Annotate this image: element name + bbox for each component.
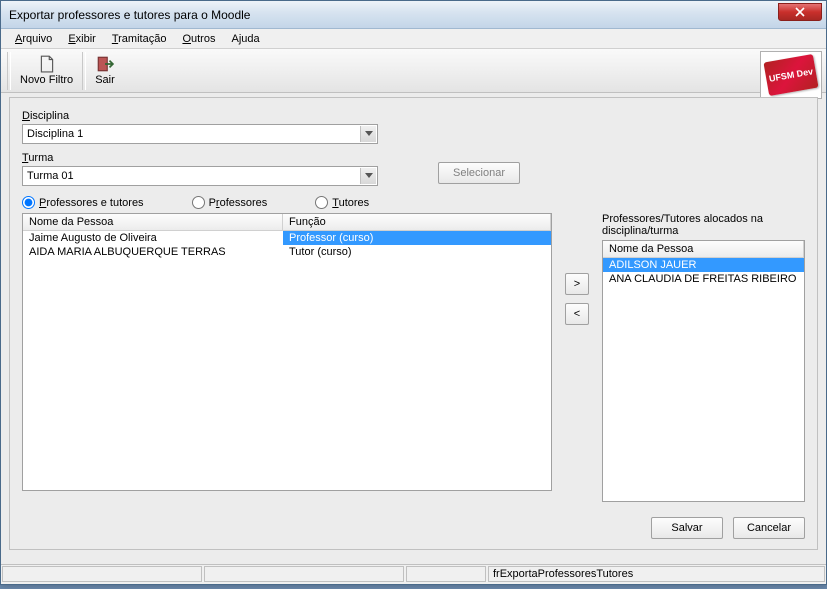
disciplina-combo[interactable]: Disciplina 1 — [22, 124, 378, 144]
radio-professores-label: Professores — [209, 197, 268, 209]
ufsm-dev-logo: UFSM Dev — [763, 54, 818, 96]
status-cell-3 — [406, 566, 486, 582]
selecionar-button[interactable]: Selecionar — [438, 162, 520, 184]
status-form-name: frExportaProfessoresTutores — [488, 566, 825, 582]
selecionar-label: Selecionar — [453, 167, 505, 179]
cell-nome: ANA CLAUDIA DE FREITAS RIBEIRO — [603, 272, 804, 286]
cell-nome: AIDA MARIA ALBUQUERQUE TERRAS — [23, 245, 283, 259]
filter-radios: Professores e tutores Professores Tutore… — [22, 196, 805, 209]
cell-nome: ADILSON JAUER — [603, 258, 804, 272]
statusbar: frExportaProfessoresTutores — [1, 564, 826, 584]
titlebar[interactable]: Exportar professores e tutores para o Mo… — [1, 1, 826, 29]
table-row[interactable]: Jaime Augusto de Oliveira Professor (cur… — [23, 231, 551, 245]
close-icon — [795, 7, 805, 17]
col-nome-header[interactable]: Nome da Pessoa — [603, 241, 804, 257]
turma-combo[interactable]: Turma 01 — [22, 166, 378, 186]
menu-outros-rest: utros — [191, 33, 215, 45]
app-window: Exportar professores e tutores para o Mo… — [0, 0, 827, 585]
novo-filtro-button[interactable]: Novo Filtro — [13, 51, 80, 91]
col-nome-header[interactable]: Nome da Pessoa — [23, 214, 283, 230]
chevron-down-icon — [360, 126, 376, 142]
table-row[interactable]: ANA CLAUDIA DE FREITAS RIBEIRO — [603, 272, 804, 286]
menu-exibir-rest: xibir — [76, 33, 96, 45]
col-funcao-header[interactable]: Função — [283, 214, 551, 230]
chevron-left-icon: < — [574, 308, 580, 320]
window-title: Exportar professores e tutores para o Mo… — [9, 8, 250, 22]
new-file-icon — [38, 55, 56, 73]
logo-area: UFSM Dev — [760, 51, 822, 99]
menu-tramitacao[interactable]: Tramitação — [106, 31, 173, 47]
cell-nome: Jaime Augusto de Oliveira — [23, 231, 283, 245]
sair-label: Sair — [95, 74, 115, 86]
radio-prof-tutores-label: Professores e tutores — [39, 197, 144, 209]
menu-ajuda[interactable]: Ajuda — [225, 31, 265, 47]
cancelar-button[interactable]: Cancelar — [733, 517, 805, 539]
content-panel: Disciplina Disciplina 1 Turma Turma 01 S… — [9, 97, 818, 550]
sair-button[interactable]: Sair — [88, 51, 122, 91]
menu-arquivo-rest: rquivo — [22, 33, 52, 45]
allocated-list-container: Professores/Tutores alocados na discipli… — [602, 213, 805, 493]
menu-ajuda-pre: A — [231, 33, 238, 45]
radio-prof-tutores[interactable]: Professores e tutores — [22, 196, 144, 209]
allocated-listview[interactable]: Nome da Pessoa ADILSON JAUER ANA CLAUDIA… — [602, 240, 805, 502]
move-buttons: > < — [552, 213, 602, 493]
cell-funcao: Professor (curso) — [283, 231, 551, 245]
radio-professores[interactable]: Professores — [192, 196, 268, 209]
table-row[interactable]: ADILSON JAUER — [603, 258, 804, 272]
table-row[interactable]: AIDA MARIA ALBUQUERQUE TERRAS Tutor (cur… — [23, 245, 551, 259]
turma-group: Turma Turma 01 — [22, 152, 378, 186]
chevron-right-icon: > — [574, 278, 580, 290]
radio-professores-input[interactable] — [192, 196, 205, 209]
available-listview[interactable]: Nome da Pessoa Função Jaime Augusto de O… — [22, 213, 552, 491]
toolbar: Novo Filtro Sair UFSM Dev — [1, 49, 826, 93]
move-right-button[interactable]: > — [565, 273, 589, 295]
menu-ajuda-rest: uda — [241, 33, 259, 45]
close-button[interactable] — [778, 3, 822, 21]
salvar-button[interactable]: Salvar — [651, 517, 723, 539]
turma-value: Turma 01 — [27, 170, 74, 182]
exit-icon — [96, 55, 114, 73]
menu-tramitacao-rest: ramitação — [118, 33, 166, 45]
disciplina-group: Disciplina Disciplina 1 — [22, 110, 805, 144]
status-cell-2 — [204, 566, 404, 582]
disciplina-label: Disciplina — [22, 110, 805, 122]
action-buttons: Salvar Cancelar — [651, 517, 805, 539]
radio-prof-tutores-input[interactable] — [22, 196, 35, 209]
cell-funcao: Tutor (curso) — [283, 245, 551, 259]
radio-tutores-input[interactable] — [315, 196, 328, 209]
menu-arquivo[interactable]: Arquivo — [9, 31, 58, 47]
novo-filtro-label: Novo Filtro — [20, 74, 73, 86]
chevron-down-icon — [360, 168, 376, 184]
radio-tutores-label: Tutores — [332, 197, 369, 209]
available-list-container: Nome da Pessoa Função Jaime Augusto de O… — [22, 213, 552, 493]
menu-exibir[interactable]: Exibir — [62, 31, 102, 47]
menu-outros[interactable]: Outros — [176, 31, 221, 47]
disciplina-value: Disciplina 1 — [27, 128, 83, 140]
cancelar-label: Cancelar — [747, 522, 791, 534]
radio-tutores[interactable]: Tutores — [315, 196, 369, 209]
status-cell-1 — [2, 566, 202, 582]
lists-area: Nome da Pessoa Função Jaime Augusto de O… — [22, 213, 805, 493]
turma-label: Turma — [22, 152, 378, 164]
allocated-title: Professores/Tutores alocados na discipli… — [602, 213, 805, 237]
move-left-button[interactable]: < — [565, 303, 589, 325]
toolbar-separator — [82, 52, 86, 90]
menubar: Arquivo Exibir Tramitação Outros Ajuda — [1, 29, 826, 49]
salvar-label: Salvar — [671, 522, 702, 534]
toolbar-separator — [7, 52, 11, 90]
